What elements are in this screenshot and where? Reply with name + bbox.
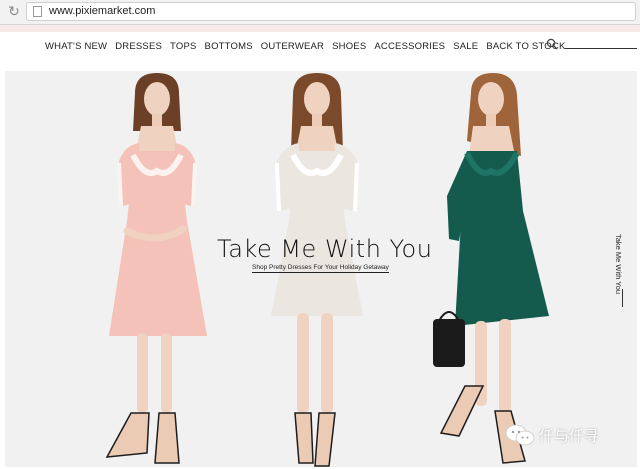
promo-strip [0,25,640,32]
nav-item-sale[interactable]: SALE [453,41,478,52]
nav-menu: WHAT'S NEW DRESSES TOPS BOTTOMS OUTERWEA… [45,41,565,52]
nav-item-accessories[interactable]: ACCESSORIES [374,41,445,52]
nav-item-outerwear[interactable]: OUTERWEAR [261,41,324,52]
search-input[interactable] [565,48,637,49]
hero-banner[interactable]: Take Me With You Shop Pretty Dresses For… [5,71,637,467]
nav-item-tops[interactable]: TOPS [170,41,197,52]
nav-item-shoes[interactable]: SHOES [332,41,366,52]
reload-icon[interactable]: ↻ [6,4,22,20]
watermark-text: 仟与仟寻 [539,426,600,445]
browser-toolbar: ↻ www.pixiemarket.com [0,0,640,25]
page-icon [33,6,42,17]
model-teal-dress[interactable] [425,71,555,467]
address-bar[interactable]: www.pixiemarket.com [26,2,636,21]
hero-subtitle-link[interactable]: Shop Pretty Dresses For Your Holiday Get… [252,264,389,273]
nav-item-whats-new[interactable]: WHAT'S NEW [45,41,107,52]
site-navigation: WHAT'S NEW DRESSES TOPS BOTTOMS OUTERWEA… [0,32,640,62]
model-pink-dress[interactable] [97,71,217,467]
nav-item-bottoms[interactable]: BOTTOMS [205,41,253,52]
watermark: 仟与仟寻 [505,424,599,446]
hero-title: Take Me With You [217,235,433,263]
nav-item-dresses[interactable]: DRESSES [115,41,162,52]
url-text[interactable]: www.pixiemarket.com [49,5,155,17]
side-label[interactable]: Take Me With You [614,234,623,294]
wechat-icon [505,424,535,446]
side-divider [622,289,623,307]
search-icon[interactable] [546,38,558,50]
